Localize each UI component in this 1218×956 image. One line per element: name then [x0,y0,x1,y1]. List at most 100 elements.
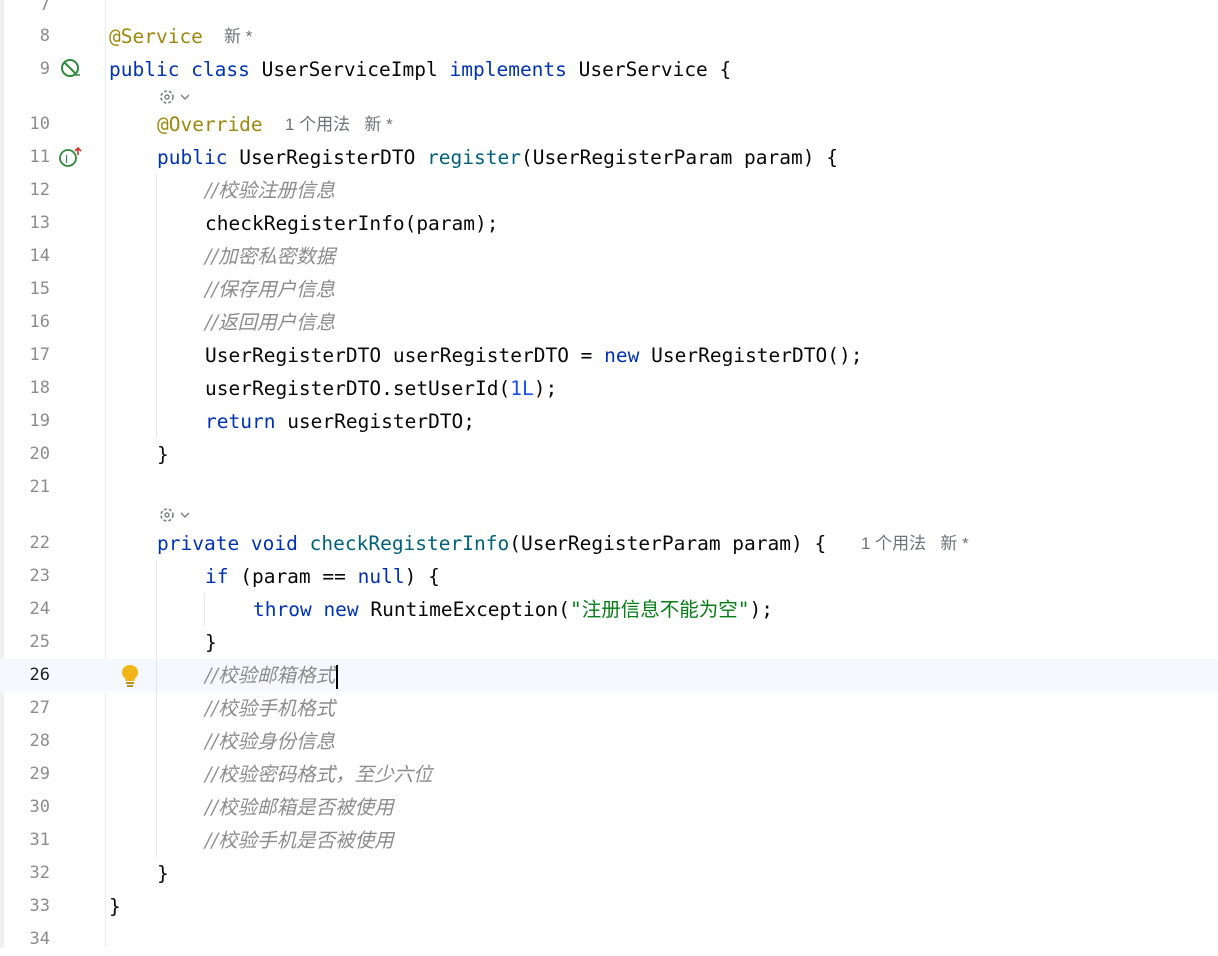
line-number: 31 [29,830,50,850]
line-number: 14 [29,246,50,266]
line-number: 18 [29,378,50,398]
keyword: new [604,344,640,367]
code-line[interactable]: 11 I public UserRegisterDTO register(Use… [0,141,1218,174]
method-name: register [427,146,521,169]
code-line[interactable]: 30 //校验邮箱是否被使用 [0,791,1218,824]
code-text: private void checkRegisterInfo(UserRegis… [157,527,826,560]
comment: //校验身份信息 [205,730,336,753]
comment: //保存用户信息 [205,278,336,301]
code-line[interactable]: 21 [0,471,1218,504]
code-line[interactable]: 15 //保存用户信息 [0,273,1218,306]
code-segment: userRegisterDTO; [275,410,476,433]
code-line[interactable]: 13 checkRegisterInfo(param); [0,207,1218,240]
usage-hint[interactable]: 1 个用法 新 * [285,108,393,141]
code-line[interactable]: 18 userRegisterDTO.setUserId(1L); [0,372,1218,405]
code-text: } [205,631,217,654]
code-line[interactable]: 17 UserRegisterDTO userRegisterDTO = new… [0,339,1218,372]
line-number: 25 [29,632,50,652]
keyword: throw new [253,598,359,621]
code-segment: ); [533,377,558,400]
code-line[interactable]: 25 } [0,626,1218,659]
indent-guide [204,593,205,626]
code-text: public UserRegisterDTO register(UserRegi… [157,141,838,174]
code-vision-row[interactable] [157,504,197,526]
code-line[interactable]: 34 [0,923,1218,956]
number-literal: 1L [510,377,534,400]
line-number: 10 [29,114,50,134]
code-line[interactable]: 16 //返回用户信息 [0,306,1218,339]
line-number: 32 [29,863,50,883]
method-params: (UserRegisterParam param) { [520,146,838,169]
code-line[interactable]: 28 //校验身份信息 [0,725,1218,758]
keyword: implements [449,58,567,81]
code-segment: userRegisterDTO.setUserId( [205,377,511,400]
code-line[interactable]: 7 [0,0,1218,22]
comment: //校验注册信息 [205,179,336,202]
code-text: if (param == null) { [205,560,440,593]
code-vision-row[interactable] [157,86,197,108]
comment-text: //校验邮箱格式 [205,664,336,687]
code-line[interactable]: 19 return userRegisterDTO; [0,405,1218,438]
line-number: 33 [29,896,50,916]
line-number: 34 [29,929,50,949]
code-line[interactable]: 27 //校验手机格式 [0,692,1218,725]
author-hint[interactable]: 新 * [224,20,252,53]
keyword: private void [157,532,298,555]
code-segment: (param == [228,565,358,588]
code-line[interactable]: 32 } [0,857,1218,890]
line-number: 17 [29,345,50,365]
line-number: 23 [29,566,50,586]
keyword: public [157,146,228,169]
keyword: if [205,565,229,588]
text-caret [336,664,339,689]
line-number: 19 [29,411,50,431]
gear-chevron-icon[interactable] [157,86,193,108]
code-segment: ); [749,598,773,621]
code-line[interactable]: 24 throw new RuntimeException("注册信息不能为空"… [0,593,1218,626]
line-number: 7 [39,0,50,15]
code-line[interactable]: 12 //校验注册信息 [0,174,1218,207]
code-segment: UserRegisterDTO(); [639,344,863,367]
line-number: 16 [29,312,50,332]
line-number: 26 [29,665,50,685]
line-number: 11 [29,147,50,167]
annotation-text: @Override [157,113,263,136]
code-text: } [157,862,169,885]
code-line[interactable]: 33 } [0,890,1218,923]
indent-guide [156,560,157,857]
annotation-text: @Service [109,25,203,48]
code-text: UserRegisterDTO userRegisterDTO = new Us… [205,339,862,372]
code-line[interactable]: 29 //校验密码格式，至少六位 [0,758,1218,791]
comment: //加密私密数据 [205,245,336,268]
code-text: } [109,895,121,918]
no-entry-icon[interactable] [60,58,82,80]
gear-chevron-icon[interactable] [157,504,193,526]
code-line[interactable]: 8 @Service 新 * [0,20,1218,53]
code-line[interactable]: 14 //加密私密数据 [0,240,1218,273]
line-number: 20 [29,444,50,464]
code-line[interactable]: 31 //校验手机是否被使用 [0,824,1218,857]
string-literal: "注册信息不能为空" [570,598,750,621]
line-number: 24 [29,599,50,619]
current-code-line[interactable]: 26 //校验邮箱格式 [0,659,1218,692]
usage-hint[interactable]: 1 个用法 新 * [861,527,969,560]
line-number: 8 [39,26,50,46]
implements-interface-icon[interactable]: I [58,146,84,168]
code-editor[interactable]: 7 8 @Service 新 * 9 public class UserServ… [0,0,1218,949]
code-line[interactable]: 23 if (param == null) { [0,560,1218,593]
code-segment: ) { [404,565,440,588]
keyword: null [357,565,405,588]
keyword: return [205,410,276,433]
code-line[interactable]: 20 } [0,438,1218,471]
code-text: return userRegisterDTO; [205,405,475,438]
comment: //返回用户信息 [205,311,336,334]
code-line[interactable]: 10 @Override 1 个用法 新 * [0,108,1218,141]
line-number: 12 [29,180,50,200]
code-line[interactable]: 9 public class UserServiceImpl implement… [0,53,1218,86]
method-name: checkRegisterInfo [309,532,510,555]
comment: //校验密码格式，至少六位 [205,763,433,786]
code-text: } [157,443,169,466]
lightbulb-icon[interactable] [119,663,141,689]
code-line[interactable]: 22 private void checkRegisterInfo(UserRe… [0,527,1218,560]
keyword: public class [109,58,250,81]
